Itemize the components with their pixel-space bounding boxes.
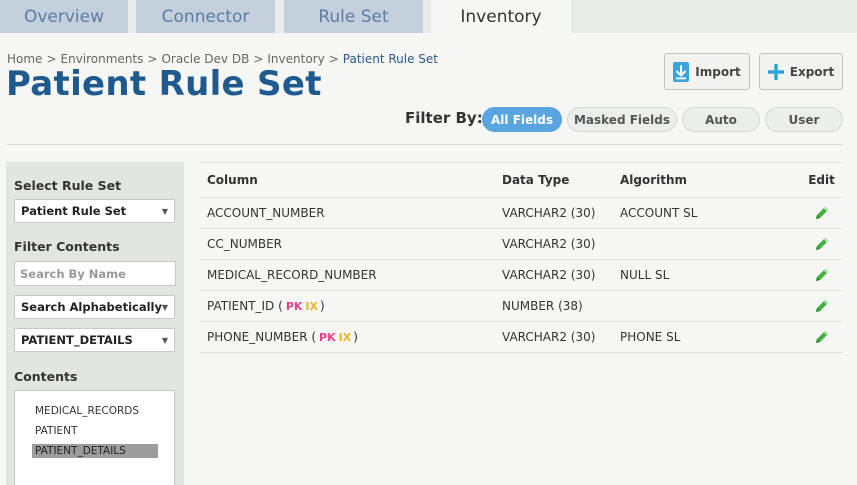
cell-edit xyxy=(810,260,833,290)
pencil-icon[interactable] xyxy=(814,298,830,314)
contents-heading: Contents xyxy=(14,369,78,384)
table-select-value: PATIENT_DETAILS xyxy=(21,333,133,347)
export-button[interactable]: Export xyxy=(759,53,843,90)
paren: ( xyxy=(311,330,317,344)
breadcrumb-separator: > xyxy=(328,52,339,66)
contents-list: MEDICAL_RECORDS PATIENT PATIENT_DETAILS xyxy=(14,390,175,485)
cell-edit xyxy=(810,229,833,259)
filter-user[interactable]: User xyxy=(765,107,843,132)
cell-column: MEDICAL_RECORD_NUMBER xyxy=(207,260,377,290)
paren: ) xyxy=(353,330,358,344)
table-body: ACCOUNT_NUMBER VARCHAR2 (30) ACCOUNT SL CC_… xyxy=(200,198,843,353)
caret-down-icon: ▼ xyxy=(161,207,168,216)
list-item[interactable]: PATIENT xyxy=(32,424,158,438)
tab-inventory[interactable]: Inventory xyxy=(431,0,571,33)
tab-overview[interactable]: Overview xyxy=(0,0,128,33)
filter-all-fields[interactable]: All Fields xyxy=(482,107,562,132)
sort-select[interactable]: Search Alphabetically ▼ xyxy=(14,295,175,319)
caret-down-icon: ▼ xyxy=(161,336,168,345)
import-arrow-icon xyxy=(673,61,690,82)
import-label: Import xyxy=(695,64,741,79)
cell-algorithm: PHONE SL xyxy=(620,330,681,344)
header-column: Column xyxy=(207,173,258,187)
column-name: MEDICAL_RECORD_NUMBER xyxy=(207,268,377,282)
paren: ( xyxy=(278,299,283,313)
cell-algorithm: ACCOUNT SL xyxy=(620,206,698,220)
tab-bar: Overview Connector Rule Set Inventory xyxy=(0,0,857,33)
search-input[interactable] xyxy=(14,261,176,286)
cell-data-type: VARCHAR2 (30) xyxy=(502,237,596,251)
filter-by-label: Filter By: xyxy=(405,109,483,127)
table-select[interactable]: PATIENT_DETAILS ▼ xyxy=(14,328,175,352)
column-name: CC_NUMBER xyxy=(207,237,283,251)
pk-badge: PK xyxy=(285,299,303,313)
table-row: ACCOUNT_NUMBER VARCHAR2 (30) ACCOUNT SL xyxy=(200,198,843,229)
cell-algorithm: NULL SL xyxy=(620,268,670,282)
cell-data-type: VARCHAR2 (30) xyxy=(502,268,596,282)
columns-table: Column Data Type Algorithm Edit ACCOUNT_… xyxy=(200,162,843,353)
export-label: Export xyxy=(789,64,835,79)
filter-contents-heading: Filter Contents xyxy=(14,239,120,254)
import-button[interactable]: Import xyxy=(664,53,750,90)
column-name: PHONE_NUMBER xyxy=(207,330,308,344)
pencil-icon[interactable] xyxy=(814,236,830,252)
select-rule-set-heading: Select Rule Set xyxy=(14,178,122,193)
pencil-icon[interactable] xyxy=(814,205,830,221)
page-title: Patient Rule Set xyxy=(6,64,322,104)
cell-column: CC_NUMBER xyxy=(207,229,282,259)
table-row: CC_NUMBER VARCHAR2 (30) xyxy=(200,229,843,260)
cell-data-type: VARCHAR2 (30) xyxy=(502,330,596,344)
cell-edit xyxy=(810,322,833,352)
header-algorithm: Algorithm xyxy=(620,173,688,187)
sidebar: Select Rule Set Patient Rule Set ▼ Filte… xyxy=(6,162,184,485)
ix-badge: IX xyxy=(338,330,352,344)
cell-column: PHONE_NUMBER (PK IX) xyxy=(207,322,358,352)
table-header-row: Column Data Type Algorithm Edit xyxy=(200,163,843,198)
header-data-type: Data Type xyxy=(502,173,570,187)
column-name: PATIENT_ID xyxy=(207,299,275,313)
table-row: MEDICAL_RECORD_NUMBER VARCHAR2 (30) NULL S… xyxy=(200,260,843,291)
pencil-icon[interactable] xyxy=(814,267,830,283)
list-item-selected[interactable]: PATIENT_DETAILS xyxy=(32,444,158,458)
filter-masked-fields[interactable]: Masked Fields xyxy=(567,107,677,132)
pencil-icon[interactable] xyxy=(814,329,830,345)
rule-set-select-value: Patient Rule Set xyxy=(21,204,127,218)
rule-set-select[interactable]: Patient Rule Set ▼ xyxy=(14,199,175,223)
sort-select-value: Search Alphabetically xyxy=(21,300,162,314)
header-edit: Edit xyxy=(808,173,835,187)
tab-rule-set[interactable]: Rule Set xyxy=(284,0,423,33)
pk-badge: PK xyxy=(319,330,336,344)
cell-data-type: NUMBER (38) xyxy=(502,299,583,313)
paren: ) xyxy=(319,299,325,313)
filter-auto[interactable]: Auto xyxy=(682,107,760,132)
table-row: PHONE_NUMBER (PK IX) VARCHAR2 (30) PHONE SL xyxy=(200,322,843,353)
cell-edit xyxy=(810,291,833,321)
cell-edit xyxy=(810,198,833,228)
cell-column: ACCOUNT_NUMBER xyxy=(207,198,325,228)
cell-column: PATIENT_ID (PK IX) xyxy=(207,291,325,321)
caret-down-icon: ▼ xyxy=(161,303,168,312)
plus-icon xyxy=(767,63,784,80)
cell-data-type: VARCHAR2 (30) xyxy=(502,206,596,220)
column-name: ACCOUNT_NUMBER xyxy=(207,206,325,220)
breadcrumb-current: Patient Rule Set xyxy=(342,52,439,66)
tab-connector[interactable]: Connector xyxy=(136,0,275,33)
list-item[interactable]: MEDICAL_RECORDS xyxy=(32,404,158,418)
table-row: PATIENT_ID (PK IX) NUMBER (38) xyxy=(200,291,843,322)
ix-badge: IX xyxy=(305,299,318,313)
divider xyxy=(6,144,843,145)
